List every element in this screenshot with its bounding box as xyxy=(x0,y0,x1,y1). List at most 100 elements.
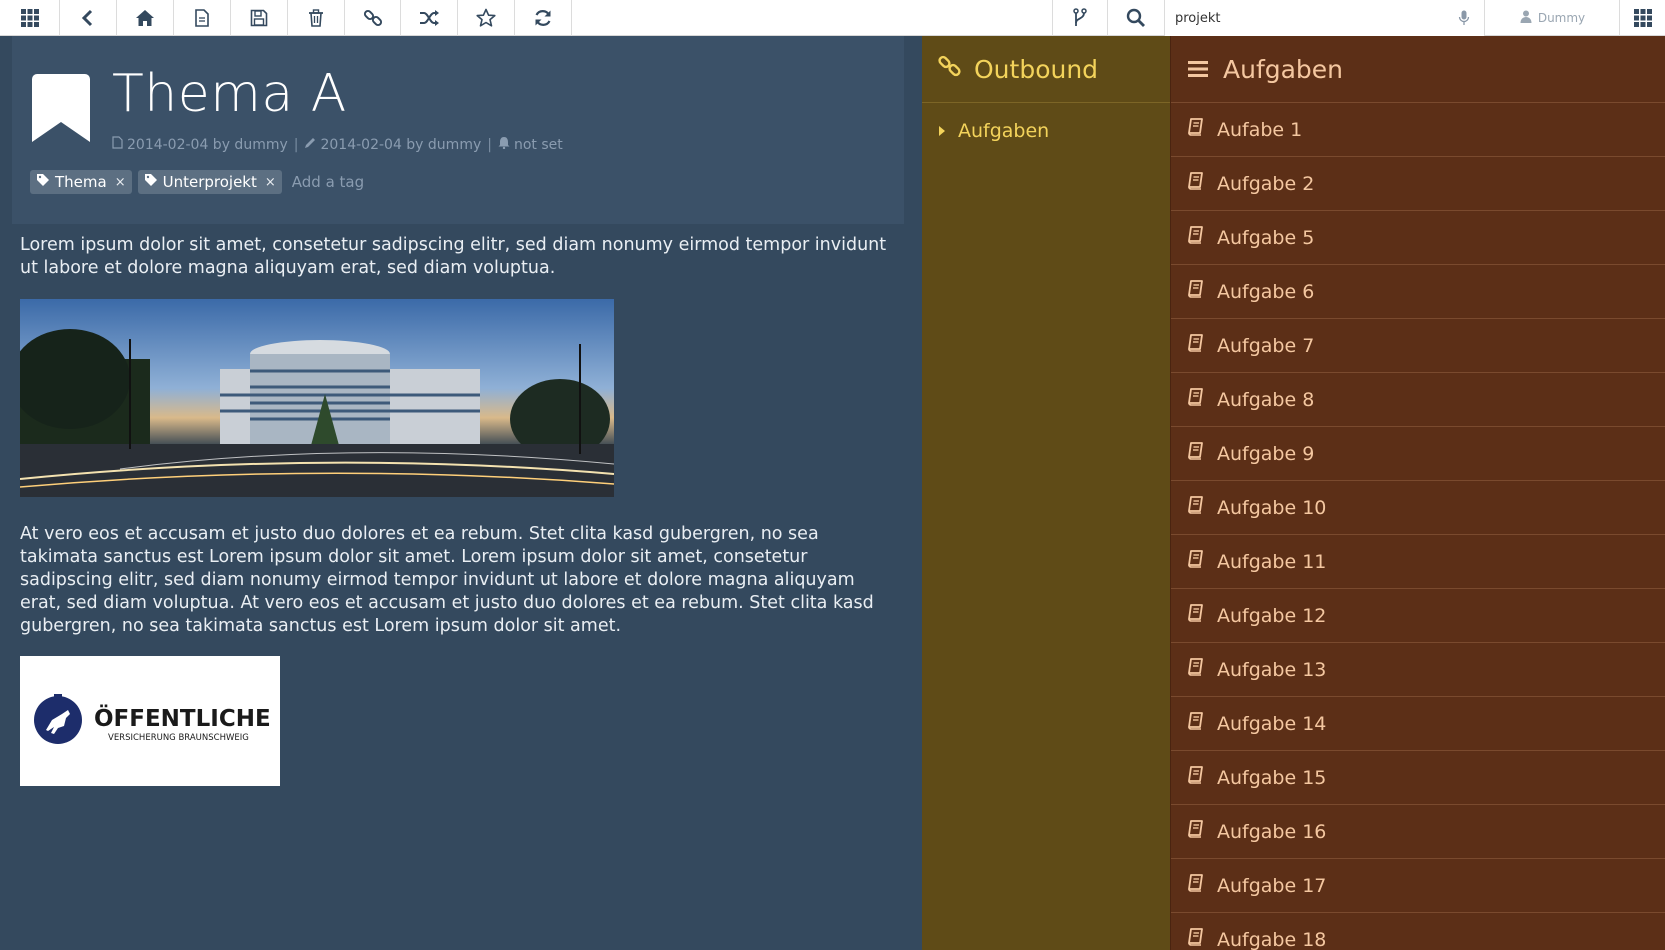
tag-remove-button[interactable]: × xyxy=(115,175,126,190)
task-label: Aufgabe 17 xyxy=(1217,874,1327,897)
book-icon xyxy=(1187,118,1205,141)
book-icon xyxy=(1187,172,1205,195)
paragraph-1: Lorem ipsum dolor sit amet, consetetur s… xyxy=(20,235,887,278)
link-icon xyxy=(938,54,962,84)
task-item[interactable]: Aufgabe 14 xyxy=(1171,697,1665,751)
task-label: Aufgabe 14 xyxy=(1217,712,1327,735)
task-label: Aufgabe 5 xyxy=(1217,226,1315,249)
tasks-title: Aufgaben xyxy=(1223,54,1344,84)
book-icon xyxy=(1187,280,1205,303)
home-button[interactable] xyxy=(117,0,174,36)
user-menu[interactable]: Dummy xyxy=(1486,0,1620,36)
task-label: Aufgabe 8 xyxy=(1217,388,1315,411)
refresh-icon xyxy=(533,8,553,28)
search-button[interactable] xyxy=(1108,0,1165,36)
branch-icon xyxy=(1072,8,1088,28)
edited-info: 2014-02-04 by dummy xyxy=(320,136,482,153)
book-icon xyxy=(1187,334,1205,357)
task-label: Aufgabe 9 xyxy=(1217,442,1315,465)
list-icon xyxy=(1187,55,1209,84)
book-icon xyxy=(1187,820,1205,843)
search-icon xyxy=(1126,8,1146,28)
microphone-icon[interactable] xyxy=(1458,10,1470,30)
page-title: Thema A xyxy=(112,64,347,124)
task-label: Aufgabe 11 xyxy=(1217,550,1327,573)
task-item[interactable]: Aufgabe 9 xyxy=(1171,427,1665,481)
task-label: Aufgabe 15 xyxy=(1217,766,1327,789)
user-icon xyxy=(1520,10,1532,26)
user-name: Dummy xyxy=(1537,11,1586,25)
apps-grid-icon xyxy=(20,8,40,28)
book-icon xyxy=(1187,658,1205,681)
building-photo xyxy=(20,299,614,497)
tag-icon xyxy=(144,173,158,191)
apps-menu-right-button[interactable] xyxy=(1620,0,1665,36)
outbound-item[interactable]: Aufgaben xyxy=(922,103,1170,159)
task-item[interactable]: Aufgabe 7 xyxy=(1171,319,1665,373)
apps-menu-button[interactable] xyxy=(0,0,60,36)
task-label: Aufgabe 2 xyxy=(1217,172,1315,195)
book-icon xyxy=(1187,712,1205,735)
save-icon xyxy=(250,9,268,27)
book-icon xyxy=(1187,226,1205,249)
shuffle-button[interactable] xyxy=(401,0,458,36)
link-button[interactable] xyxy=(345,0,401,36)
task-item[interactable]: Aufgabe 6 xyxy=(1171,265,1665,319)
favorite-button[interactable] xyxy=(458,0,515,36)
refresh-button[interactable] xyxy=(515,0,572,36)
tasks-list: Aufabe 1 Aufgabe 2 Aufgabe 5 Aufgabe 6 Aufga… xyxy=(1171,103,1665,950)
task-label: Aufgabe 16 xyxy=(1217,820,1327,843)
star-icon xyxy=(476,8,496,28)
created-info: 2014-02-04 by dummy xyxy=(127,136,288,153)
new-document-button[interactable] xyxy=(174,0,231,36)
task-item[interactable]: Aufgabe 8 xyxy=(1171,373,1665,427)
tag-remove-button[interactable]: × xyxy=(265,175,276,190)
book-icon xyxy=(1187,874,1205,897)
shuffle-icon xyxy=(419,9,439,27)
task-item[interactable]: Aufgabe 18 xyxy=(1171,913,1665,950)
task-label: Aufgabe 7 xyxy=(1217,334,1315,357)
book-icon xyxy=(1187,442,1205,465)
task-item[interactable]: Aufgabe 16 xyxy=(1171,805,1665,859)
task-item[interactable]: Aufgabe 5 xyxy=(1171,211,1665,265)
save-button[interactable] xyxy=(231,0,288,36)
horse-emblem-icon: ÖFFENTLICHE VERSICHERUNG BRAUNSCHWEIG xyxy=(34,694,271,744)
search-input[interactable] xyxy=(1165,0,1485,36)
back-button[interactable] xyxy=(60,0,117,36)
link-icon xyxy=(363,8,383,28)
toolbar: Dummy xyxy=(0,0,1665,36)
task-item[interactable]: Aufgabe 11 xyxy=(1171,535,1665,589)
task-label: Aufgabe 6 xyxy=(1217,280,1315,303)
bell-icon xyxy=(498,136,510,153)
logo-text: ÖFFENTLICHE xyxy=(94,704,271,732)
page-meta: 2014-02-04 by dummy | 2014-02-04 by dumm… xyxy=(112,136,563,153)
caret-right-icon xyxy=(938,120,946,142)
paragraph-2: At vero eos et accusam et justo duo dolo… xyxy=(20,524,874,636)
task-item[interactable]: Aufabe 1 xyxy=(1171,103,1665,157)
tasks-panel: Aufgaben Aufabe 1 Aufgabe 2 Aufgabe 5 Aufga… xyxy=(1170,36,1665,950)
task-item[interactable]: Aufgabe 15 xyxy=(1171,751,1665,805)
apps-grid-icon xyxy=(1633,8,1653,28)
delete-button[interactable] xyxy=(288,0,345,36)
branch-button[interactable] xyxy=(1052,0,1108,36)
task-label: Aufgabe 13 xyxy=(1217,658,1327,681)
task-item[interactable]: Aufgabe 2 xyxy=(1171,157,1665,211)
add-tag-input[interactable]: Add a tag xyxy=(292,173,364,191)
task-item[interactable]: Aufgabe 10 xyxy=(1171,481,1665,535)
task-item[interactable]: Aufgabe 13 xyxy=(1171,643,1665,697)
outbound-title: Outbound xyxy=(974,54,1099,84)
meta-separator: | xyxy=(293,136,299,153)
book-icon xyxy=(1187,550,1205,573)
book-icon xyxy=(1187,388,1205,411)
home-icon xyxy=(135,9,155,27)
tag-label: Thema xyxy=(55,173,107,191)
tag-item[interactable]: Unterprojekt × xyxy=(137,170,282,194)
book-icon xyxy=(1187,604,1205,627)
main-content: Thema A 2014-02-04 by dummy | 2014-02-04… xyxy=(0,36,922,950)
task-label: Aufgabe 12 xyxy=(1217,604,1327,627)
file-icon xyxy=(194,9,210,27)
trash-icon xyxy=(308,9,324,27)
tag-item[interactable]: Thema × xyxy=(30,170,132,194)
task-item[interactable]: Aufgabe 12 xyxy=(1171,589,1665,643)
task-item[interactable]: Aufgabe 17 xyxy=(1171,859,1665,913)
